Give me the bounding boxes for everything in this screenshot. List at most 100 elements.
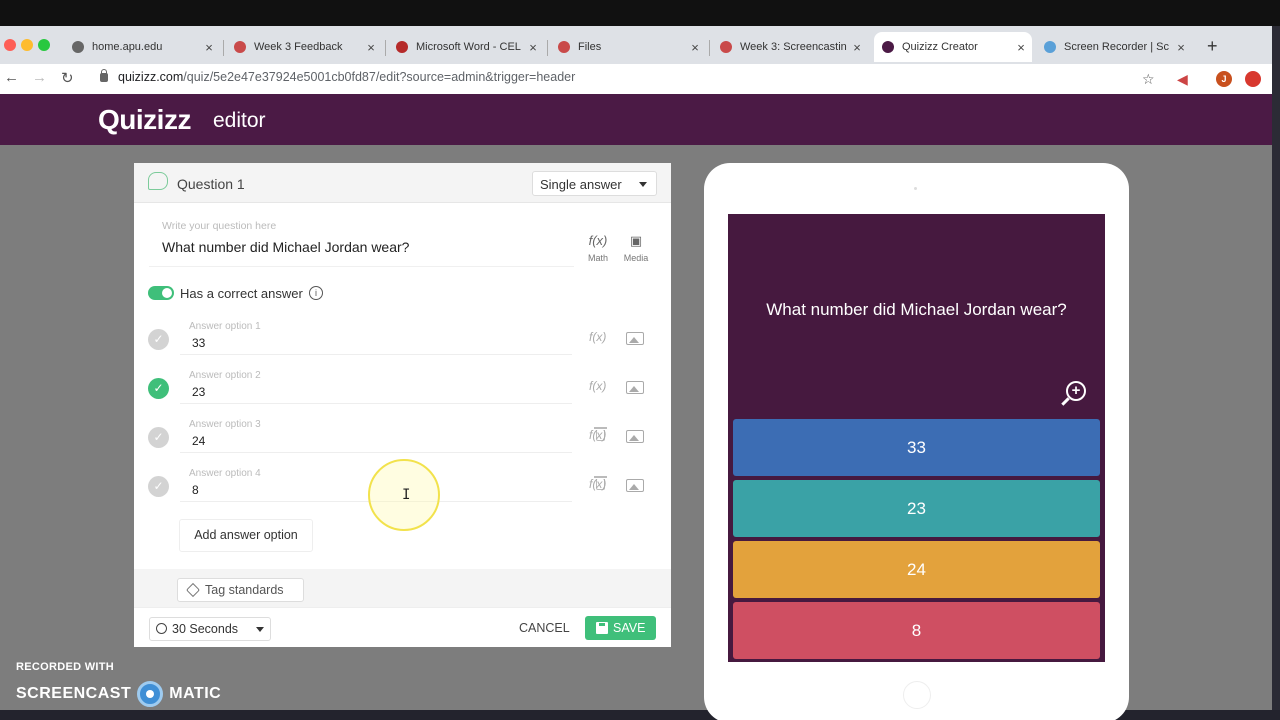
close-window-button[interactable] — [4, 39, 16, 51]
tab-label: Screen Recorder | Sc — [1064, 41, 1169, 53]
info-icon[interactable]: i — [309, 286, 323, 300]
tablet-preview: What number did Michael Jordan wear? + 3… — [704, 163, 1129, 720]
mark-correct-check-icon[interactable]: ✓ — [148, 378, 169, 399]
tab-favicon-icon — [1044, 41, 1056, 53]
question-header: Question 1 Single answer — [134, 163, 671, 203]
media-label: Media — [623, 253, 649, 263]
screen-top-strip — [0, 0, 1280, 26]
answer-type-value: Single answer — [540, 177, 622, 192]
browser-tab[interactable]: Week 3: Screencastin × — [712, 32, 868, 62]
answer-option-row: ✓ Answer option 1 33 f(x) — [134, 320, 671, 369]
cancel-button[interactable]: CANCEL — [519, 621, 570, 635]
mark-correct-check-icon[interactable]: ✓ — [148, 427, 169, 448]
tab-close-icon[interactable]: × — [526, 40, 540, 55]
tab-label: Week 3 Feedback — [254, 41, 343, 53]
extension-megaphone-icon[interactable]: ◀ — [1177, 71, 1188, 88]
watermark-right: MATIC — [169, 685, 222, 702]
preview-answer-tile[interactable]: 24 — [733, 541, 1100, 598]
browser-tab[interactable]: Quizizz Creator × — [874, 32, 1032, 62]
tag-icon — [185, 582, 201, 598]
back-button[interactable]: ← — [4, 69, 19, 86]
tab-close-icon[interactable]: × — [1014, 40, 1028, 55]
tab-close-icon[interactable]: × — [688, 40, 702, 55]
bookmark-star-icon[interactable]: ☆ — [1142, 71, 1155, 88]
screen-right-edge — [1272, 26, 1280, 710]
preview-screen: What number did Michael Jordan wear? + 3… — [728, 214, 1105, 662]
watermark-recorded-with: RECORDED WITH — [16, 661, 115, 673]
quizizz-header: Quizizz editor — [0, 94, 1272, 145]
correct-answer-toggle[interactable] — [148, 286, 174, 300]
url-path: /quiz/5e2e47e37924e5001cb0fd87/edit?sour… — [183, 70, 576, 84]
mark-correct-check-icon[interactable]: ✓ — [148, 329, 169, 350]
question-title: Question 1 — [177, 176, 245, 192]
tag-standards-button[interactable]: Tag standards — [177, 578, 304, 602]
option-image-icon[interactable] — [626, 381, 644, 394]
tab-separator — [223, 40, 224, 56]
reload-button[interactable]: ↻ — [61, 69, 74, 87]
tab-close-icon[interactable]: × — [202, 40, 216, 55]
option-image-icon[interactable] — [626, 430, 644, 443]
browser-tab[interactable]: Microsoft Word - CEL × — [388, 32, 544, 62]
option-math-fx-icon[interactable]: f(x) — [589, 379, 606, 393]
timer-value: 30 Seconds — [172, 622, 239, 636]
option-math-fx-icon[interactable]: f(x) — [589, 477, 606, 491]
tab-label: Week 3: Screencastin — [740, 41, 847, 53]
tab-close-icon[interactable]: × — [1174, 40, 1188, 55]
minimize-window-button[interactable] — [21, 39, 33, 51]
question-placeholder: Write your question here — [162, 220, 277, 232]
forward-button[interactable]: → — [32, 69, 47, 86]
tablet-camera — [914, 187, 917, 190]
quizizz-logo[interactable]: Quizizz — [98, 104, 191, 136]
browser-tab[interactable]: Files × — [550, 32, 706, 62]
option-image-icon[interactable] — [626, 332, 644, 345]
browser-toolbar: ← → ↻ quizizz.com/quiz/5e2e47e37924e5001… — [0, 64, 1272, 94]
answer-option-input[interactable]: Answer option 3 24 — [180, 418, 607, 453]
preview-answer-tile[interactable]: 33 — [733, 419, 1100, 476]
add-answer-option-button[interactable]: Add answer option — [179, 519, 313, 552]
tab-separator — [709, 40, 710, 56]
answer-option-input[interactable]: Answer option 2 23 — [180, 369, 572, 404]
browser-chrome: home.apu.edu × Week 3 Feedback × Microsoft W… — [0, 26, 1272, 94]
address-bar[interactable]: quizizz.com/quiz/5e2e47e37924e5001cb0fd8… — [100, 68, 576, 84]
tab-favicon-icon — [720, 41, 732, 53]
maximize-window-button[interactable] — [38, 39, 50, 51]
save-disk-icon — [596, 622, 608, 634]
option-math-fx-icon[interactable]: f(x) — [589, 428, 606, 442]
answer-option-placeholder: Answer option 3 — [189, 419, 261, 430]
tab-favicon-icon — [558, 41, 570, 53]
preview-answer-tile[interactable]: 23 — [733, 480, 1100, 537]
clock-icon — [156, 623, 167, 634]
zoom-in-icon[interactable]: + — [1066, 381, 1086, 401]
mark-correct-check-icon[interactable]: ✓ — [148, 476, 169, 497]
tab-close-icon[interactable]: × — [364, 40, 378, 55]
answer-option-value: 8 — [192, 483, 199, 497]
profile-avatar[interactable]: J — [1216, 71, 1232, 87]
editor-footer: 30 Seconds CANCEL SAVE — [134, 607, 671, 647]
browser-tab[interactable]: Screen Recorder | Sc × — [1036, 32, 1192, 62]
media-icon: ▣ — [629, 233, 643, 248]
answer-type-select[interactable]: Single answer — [532, 171, 657, 196]
tab-close-icon[interactable]: × — [850, 40, 864, 55]
answer-option-placeholder: Answer option 1 — [189, 321, 261, 332]
answer-option-value: 33 — [192, 336, 206, 350]
option-image-icon[interactable] — [626, 479, 644, 492]
timer-select[interactable]: 30 Seconds — [149, 617, 271, 641]
browser-tab[interactable]: Week 3 Feedback × — [226, 32, 382, 62]
answer-option-value: 23 — [192, 385, 206, 399]
new-tab-button[interactable]: + — [1207, 36, 1218, 57]
preview-answer-tile[interactable]: 8 — [733, 602, 1100, 659]
browser-tab[interactable]: home.apu.edu × — [64, 32, 220, 62]
math-label: Math — [587, 253, 608, 263]
question-input[interactable]: Write your question here What number did… — [149, 215, 574, 267]
option-math-fx-icon[interactable]: f(x) — [589, 330, 606, 344]
math-button[interactable]: f(x) Math — [586, 233, 610, 263]
extension-record-icon[interactable] — [1245, 71, 1261, 87]
tab-favicon-icon — [234, 41, 246, 53]
caret-down-icon — [256, 627, 264, 632]
tab-favicon-icon — [396, 41, 408, 53]
tab-separator — [385, 40, 386, 56]
answer-option-input[interactable]: Answer option 1 33 — [180, 320, 572, 355]
tag-bar: Tag standards — [134, 569, 671, 607]
save-button[interactable]: SAVE — [585, 616, 656, 640]
media-button[interactable]: ▣ Media — [620, 233, 652, 263]
